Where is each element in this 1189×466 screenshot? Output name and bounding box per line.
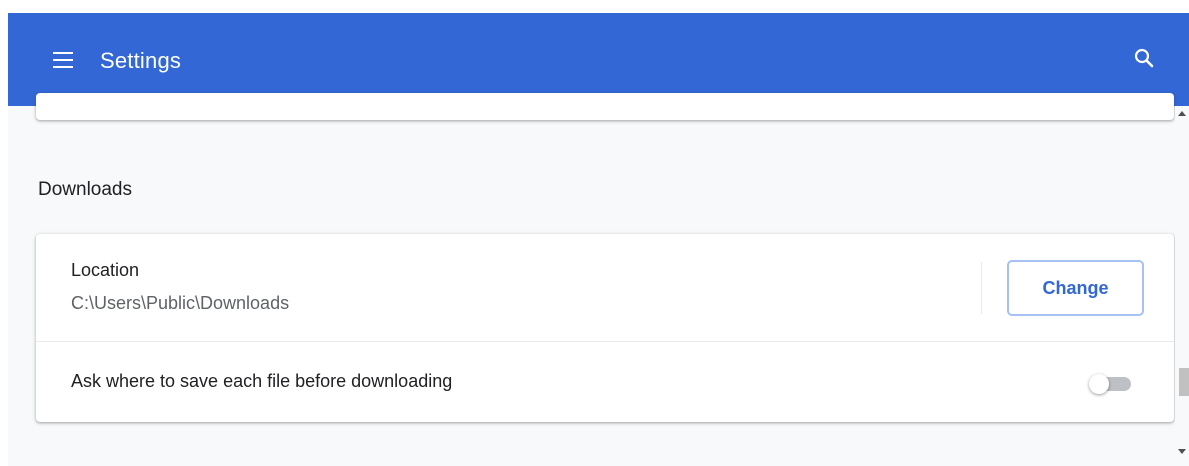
downloads-card: Location C:\Users\Public\Downloads Chang… <box>36 234 1174 422</box>
downloads-section-title: Downloads <box>38 179 132 200</box>
scrollbar-thumb[interactable] <box>1179 368 1189 396</box>
location-path: C:\Users\Public\Downloads <box>71 293 290 313</box>
ask-where-to-save-toggle[interactable] <box>1083 372 1139 396</box>
change-location-button[interactable]: Change <box>1007 260 1144 316</box>
toggle-knob <box>1089 374 1109 394</box>
location-label: Location <box>71 260 140 280</box>
search-icon[interactable] <box>1132 46 1156 70</box>
hamburger-menu-icon[interactable] <box>51 51 75 69</box>
scroll-up-arrow-icon[interactable] <box>1178 111 1186 116</box>
page-title: Settings <box>100 48 182 73</box>
vertical-scrollbar[interactable] <box>1175 106 1189 466</box>
ask-where-to-save-label: Ask where to save each file before downl… <box>71 371 453 391</box>
scroll-down-arrow-icon[interactable] <box>1178 449 1186 454</box>
settings-window: Settings Downloads Location C:\Users\Pub… <box>8 13 1189 466</box>
previous-section-card <box>36 93 1174 120</box>
vertical-separator <box>981 262 982 314</box>
location-row: Location C:\Users\Public\Downloads Chang… <box>36 234 1174 342</box>
ask-where-to-save-row[interactable]: Ask where to save each file before downl… <box>36 342 1174 422</box>
